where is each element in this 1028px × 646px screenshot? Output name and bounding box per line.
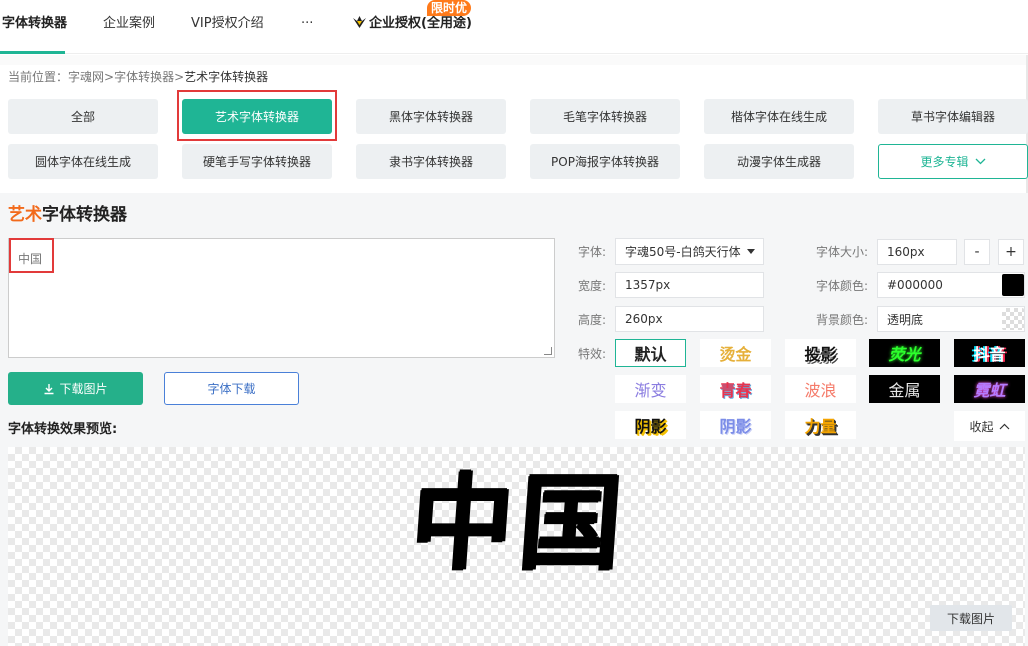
effects-label: 特效: <box>578 347 607 361</box>
dropdown-arrow-icon <box>747 249 755 254</box>
size-increase-button[interactable]: + <box>998 239 1024 265</box>
tool-title-rest: 字体转换器 <box>42 205 127 225</box>
nav-vip-intro[interactable]: VIP授权介绍 <box>191 16 264 32</box>
font-download-button[interactable]: 字体下载 <box>164 372 299 405</box>
enterprise-license-label: 企业授权(全用途) <box>369 16 472 31</box>
effect-metal[interactable]: 金属 <box>869 375 940 403</box>
category-lishu[interactable]: 隶书字体转换器 <box>356 144 506 179</box>
category-pop[interactable]: POP海报字体转换器 <box>530 144 680 179</box>
font-select[interactable]: 字魂50号-白鸽天行体 <box>615 238 764 265</box>
chevron-down-icon <box>975 158 985 165</box>
download-icon <box>44 383 54 394</box>
category-round[interactable]: 圆体字体在线生成 <box>8 144 158 179</box>
effect-shadow-gold[interactable]: 阴影 <box>615 411 686 439</box>
effect-gradient[interactable]: 渐变 <box>615 375 686 403</box>
effect-shadow-blue[interactable]: 阴影 <box>700 411 771 439</box>
top-nav: 字体转换器 企业案例 VIP授权介绍 ··· 企业授权(全用途) 限时优 <box>0 0 1028 54</box>
breadcrumb-path[interactable]: 字魂网>字体转换器> <box>68 70 184 84</box>
nav-enterprise-cases[interactable]: 企业案例 <box>103 16 155 32</box>
preview-text: 中国 <box>406 461 632 585</box>
height-label: 高度: <box>578 313 607 327</box>
tool-title: 艺术字体转换器 <box>8 205 127 225</box>
effect-wave[interactable]: 波浪 <box>785 375 856 403</box>
size-decrease-button[interactable]: - <box>964 239 990 265</box>
height-input[interactable]: 260px <box>615 306 764 332</box>
preview-label: 字体转换效果预览: <box>8 422 118 437</box>
bg-color-swatch[interactable] <box>1002 308 1024 330</box>
effect-youth[interactable]: 青春 <box>700 375 771 403</box>
font-label: 字体: <box>578 245 607 259</box>
breadcrumb-current: 艺术字体转换器 <box>184 70 269 84</box>
category-brush[interactable]: 毛笔字体转换器 <box>530 99 680 134</box>
active-tab-underline <box>0 51 65 54</box>
nav-divider <box>0 55 1028 65</box>
promo-badge: 限时优 <box>427 0 472 16</box>
effect-neon[interactable]: 霓虹 <box>954 375 1025 403</box>
crown-icon <box>353 16 366 28</box>
font-color-swatch[interactable] <box>1002 274 1024 296</box>
effect-projection[interactable]: 投影 <box>785 339 856 367</box>
category-kaiti[interactable]: 楷体字体在线生成 <box>704 99 854 134</box>
preview-download-button[interactable]: 下载图片 <box>930 605 1012 631</box>
highlight-box-input <box>9 238 54 273</box>
width-input[interactable]: 1357px <box>615 272 764 298</box>
category-handwriting[interactable]: 硬笔手写字体转换器 <box>182 144 332 179</box>
nav-more-menu[interactable]: ··· <box>301 16 313 32</box>
highlight-box-category <box>177 90 337 141</box>
tool-title-highlight: 艺术 <box>8 205 42 225</box>
nav-font-converter[interactable]: 字体转换器 <box>2 16 67 32</box>
category-heiti[interactable]: 黑体字体转换器 <box>356 99 506 134</box>
collapse-button[interactable]: 收起 <box>954 411 1025 441</box>
width-label: 宽度: <box>578 279 607 293</box>
effect-power[interactable]: 力量 <box>785 411 856 439</box>
font-color-label: 字体颜色: <box>816 279 869 293</box>
more-albums-button[interactable]: 更多专辑 <box>878 144 1028 179</box>
font-select-value: 字魂50号-白鸽天行体 <box>625 245 741 259</box>
effect-gold[interactable]: 烫金 <box>700 339 771 367</box>
more-albums-label: 更多专辑 <box>920 155 969 169</box>
effect-fluorescent[interactable]: 荧光 <box>869 339 940 367</box>
category-cursive[interactable]: 草书字体编辑器 <box>878 99 1028 134</box>
text-input[interactable]: 中国 <box>8 238 555 358</box>
font-size-label: 字体大小: <box>816 245 869 259</box>
resize-handle-icon[interactable] <box>544 347 552 355</box>
breadcrumb: 当前位置：字魂网>字体转换器>艺术字体转换器 <box>8 70 268 84</box>
download-image-label: 下载图片 <box>59 382 108 396</box>
category-anime[interactable]: 动漫字体生成器 <box>704 144 854 179</box>
breadcrumb-prefix: 当前位置： <box>8 70 69 84</box>
nav-enterprise-license[interactable]: 企业授权(全用途) <box>353 16 472 32</box>
effect-douyin[interactable]: 抖音 <box>954 339 1025 367</box>
font-size-input[interactable]: 160px <box>877 239 957 265</box>
category-all[interactable]: 全部 <box>8 99 158 134</box>
download-image-button[interactable]: 下载图片 <box>8 372 143 405</box>
collapse-label: 收起 <box>969 419 994 434</box>
bg-color-label: 背景颜色: <box>816 313 869 327</box>
chevron-up-icon <box>999 423 1009 429</box>
effect-default[interactable]: 默认 <box>615 339 686 367</box>
